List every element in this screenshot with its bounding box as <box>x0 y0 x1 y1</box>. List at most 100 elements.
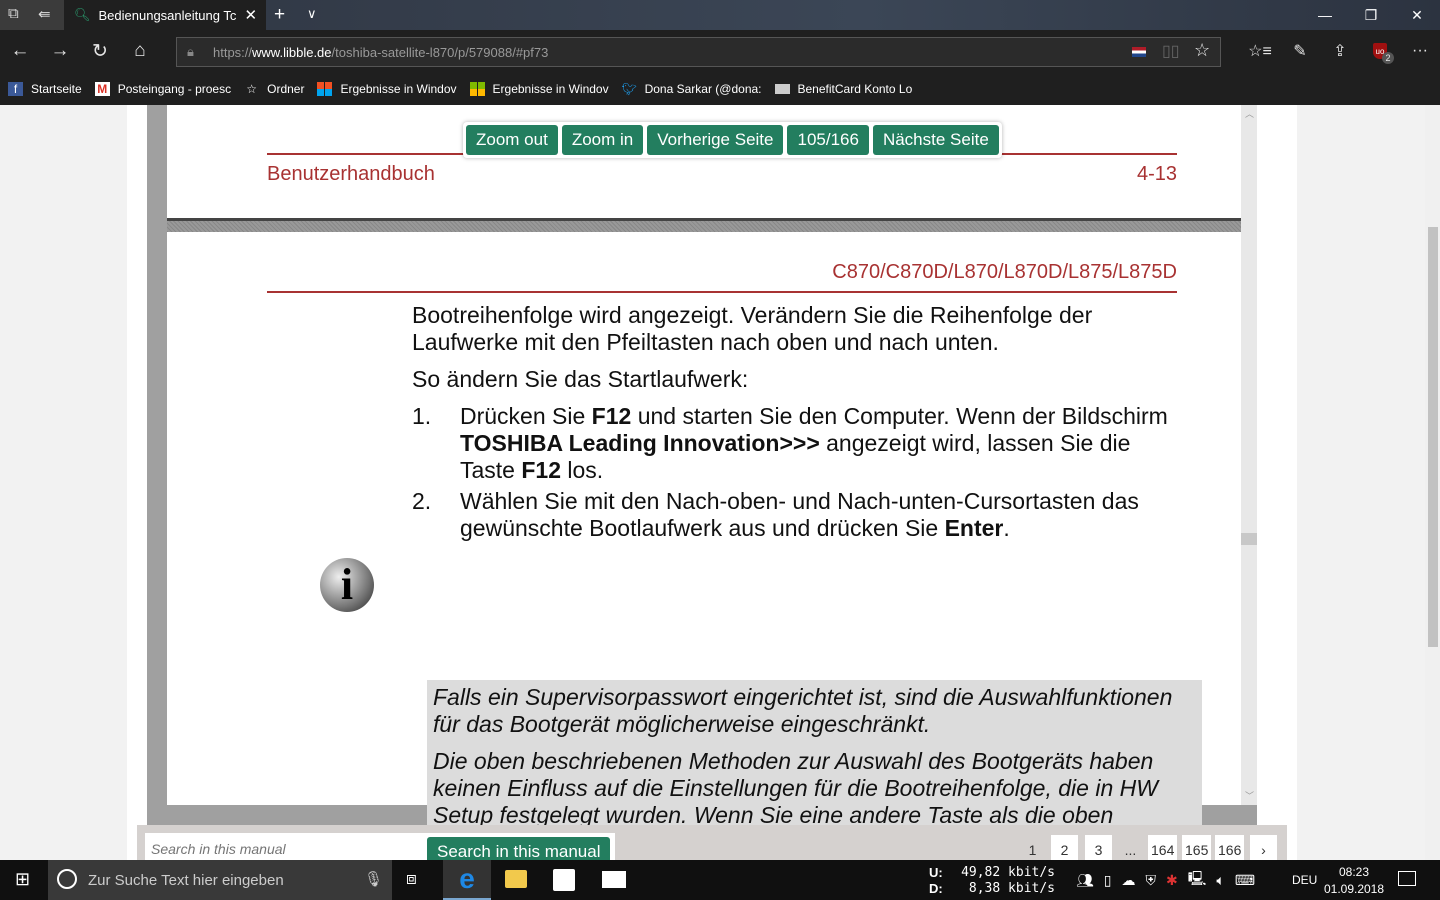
bookmark-label: BenefitCard Konto Lo <box>797 81 913 96</box>
paragraph: So ändern Sie das Startlaufwerk: <box>412 366 749 392</box>
page-link-3[interactable]: 3 <box>1085 835 1112 860</box>
favorite-star-icon[interactable]: ☆ <box>1194 40 1210 61</box>
download-speed: 8,38 kbit/s <box>968 881 1055 896</box>
page-link-2[interactable]: 2 <box>1051 835 1078 860</box>
url-domain: www.libble.de <box>252 44 332 60</box>
next-page-link[interactable]: › <box>1250 835 1277 860</box>
clock[interactable]: 08:23 01.09.2018 <box>1322 864 1386 898</box>
search-form: Search in this manual <box>145 833 615 867</box>
step-number: 2. <box>412 488 432 514</box>
next-page-button[interactable]: Nächste Seite <box>872 125 999 155</box>
viewer-toolbar: Zoom out Zoom in Vorherige Seite 105/166… <box>463 122 1002 158</box>
manual-viewer: Benutzerhandbuch 4-13 Zoom out Zoom in V… <box>147 105 1257 825</box>
pagination-ellipsis: ... <box>1124 842 1137 858</box>
windows-start-icon[interactable]: ⊞ <box>15 869 30 890</box>
address-bar[interactable]: 🔒︎ https://www.libble.de/toshiba-satelli… <box>176 37 1221 67</box>
mail-icon[interactable] <box>602 871 626 888</box>
taskbar-search[interactable]: Zur Suche Text hier eingeben 🎙︎ <box>48 860 392 900</box>
page-scrollbar-thumb[interactable] <box>1428 227 1438 647</box>
bookmark-label: Posteingang - proesc <box>117 81 232 96</box>
microphone-icon[interactable]: 🎙︎ <box>364 870 383 888</box>
paragraph: Bootreihenfolge wird angezeigt. Veränder… <box>412 302 1093 355</box>
info-note: Falls ein Supervisorpasswort eingerichte… <box>427 680 1202 825</box>
bookmark-ergebnisse-1[interactable]: Ergebnisse in Windov <box>317 81 457 96</box>
share-icon[interactable]: ⇪ <box>1320 30 1360 72</box>
manual-page-105: C870/C870D/L870/L870D/L875/L875D Bootrei… <box>167 232 1241 825</box>
language-indicator[interactable]: DEU <box>1292 860 1317 900</box>
bookmark-dona-sarkar[interactable]: 🐦︎ Dona Sarkar (@dona: <box>622 82 762 96</box>
ublock-extension-icon[interactable]: uo 2 <box>1360 30 1400 72</box>
app-tray-icon[interactable]: ✱ <box>1166 872 1178 889</box>
windows-logo-icon <box>317 81 333 96</box>
tab-title: Bedienungsanleitung Tc <box>98 7 237 23</box>
back-icon[interactable]: ← <box>0 30 40 72</box>
note-text: Die oben beschriebenen Methoden zur Ausw… <box>433 748 1158 825</box>
new-tab-icon[interactable]: + <box>274 4 285 26</box>
forward-icon[interactable]: → <box>40 30 80 72</box>
page-scrollbar[interactable] <box>1425 105 1440 860</box>
bookmark-label: Ergebnisse in Windov <box>492 81 609 96</box>
twitter-icon: 🐦︎ <box>621 81 637 96</box>
page-link-164[interactable]: 164 <box>1148 835 1178 860</box>
time: 08:23 <box>1338 865 1370 879</box>
bookmark-label: Dona Sarkar (@dona: <box>644 81 762 96</box>
page-link-166[interactable]: 166 <box>1215 835 1245 860</box>
net-speeds: 49,82 kbit/s 8,38 kbit/s <box>960 865 1055 897</box>
netherlands-flag-icon[interactable] <box>1132 47 1146 57</box>
network-icon[interactable]: 🖳︎ <box>1188 868 1207 892</box>
upload-label: U: <box>929 865 943 880</box>
model-header: C870/C870D/L870/L870D/L875/L875D <box>832 261 1177 283</box>
close-tab-icon[interactable]: ✕ <box>245 6 258 24</box>
set-tabs-aside-icon[interactable]: ⇚ <box>38 5 51 23</box>
usb-icon[interactable]: ▯ <box>1104 872 1112 889</box>
zoom-out-button[interactable]: Zoom out <box>466 125 558 155</box>
bookmark-benefitcard[interactable]: BenefitCard Konto Lo <box>774 81 913 96</box>
page-link-165[interactable]: 165 <box>1182 835 1212 860</box>
page-indicator[interactable]: 105/166 <box>787 125 869 155</box>
home-icon[interactable]: ⌂ <box>120 30 160 72</box>
onedrive-icon[interactable]: ☁ <box>1122 872 1136 889</box>
more-icon[interactable]: ··· <box>1400 30 1440 72</box>
tabs-aside-icon[interactable]: ⧉ <box>8 5 19 22</box>
chevron-down-icon[interactable]: ∨ <box>307 6 317 22</box>
edge-icon[interactable]: e <box>443 860 491 900</box>
action-center-icon[interactable] <box>1398 871 1416 886</box>
bookmark-ergebnisse-2[interactable]: Ergebnisse in Windov <box>469 81 609 96</box>
scrollbar-thumb[interactable] <box>1241 533 1257 545</box>
file-explorer-icon[interactable] <box>505 870 527 888</box>
bookmark-startseite[interactable]: f Startseite <box>8 81 82 96</box>
search-input[interactable] <box>151 841 421 857</box>
pen-icon[interactable]: ✎ <box>1280 30 1320 72</box>
volume-icon[interactable]: 🔈︎ <box>1216 872 1224 889</box>
favorites-bar: f Startseite M Posteingang - proesc ☆ Ordne… <box>0 72 1440 105</box>
minimize-button[interactable]: — <box>1302 0 1348 30</box>
scroll-down-icon[interactable]: ﹀ <box>1245 789 1254 802</box>
scroll-up-icon[interactable]: ︿ <box>1245 107 1254 120</box>
date: 01.09.2018 <box>1323 882 1385 896</box>
upload-speed: 49,82 kbit/s <box>961 865 1055 880</box>
task-view-icon[interactable]: ⧈ <box>406 869 417 889</box>
store-icon[interactable] <box>553 869 575 891</box>
favorites-list-icon[interactable]: ☆≡ <box>1240 30 1280 72</box>
defender-icon[interactable]: ⛨ <box>1146 872 1157 889</box>
step-text: Drücken Sie F12 und starten Sie den Comp… <box>460 403 1168 483</box>
page-link-1[interactable]: 1 <box>1019 835 1046 860</box>
bookmark-ordner[interactable]: ☆ Ordner <box>244 82 304 96</box>
refresh-icon[interactable]: ↻ <box>80 30 120 72</box>
restore-button[interactable]: ❐ <box>1348 0 1394 30</box>
keyboard-icon[interactable]: ⌨ <box>1235 872 1255 889</box>
page-divider <box>167 218 1241 232</box>
page-header-left: Benutzerhandbuch <box>267 163 435 185</box>
previous-page-button[interactable]: Vorherige Seite <box>647 125 784 155</box>
close-window-button[interactable]: ✕ <box>1394 0 1440 30</box>
step-number: 1. <box>412 403 432 429</box>
bookmark-posteingang[interactable]: M Posteingang - proesc <box>94 81 232 96</box>
zoom-in-button[interactable]: Zoom in <box>561 125 644 155</box>
card-icon <box>774 83 790 94</box>
viewer-scrollbar[interactable]: ︿ ﹀ <box>1241 105 1257 805</box>
browser-tab[interactable]: 🔍︎ Bedienungsanleitung Tc ✕ <box>64 0 266 30</box>
extension-badge: 2 <box>1382 52 1394 64</box>
facebook-icon: f <box>8 81 23 96</box>
reading-view-icon[interactable]: ▯▯ <box>1162 41 1180 61</box>
people-icon[interactable]: 👥︎ <box>1076 872 1094 889</box>
